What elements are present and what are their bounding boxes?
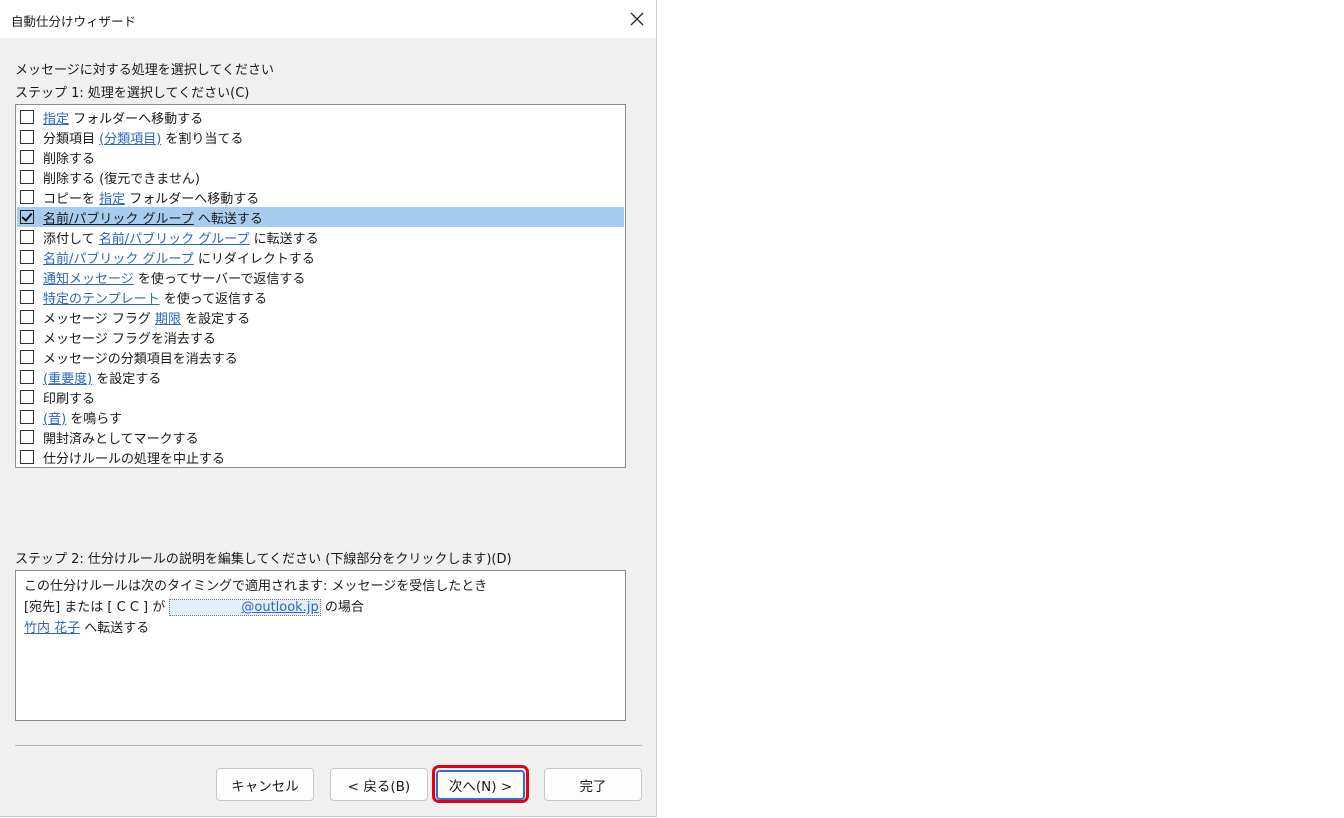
checkbox[interactable]	[20, 130, 34, 144]
button-separator	[15, 745, 642, 746]
checkbox[interactable]	[20, 390, 34, 404]
action-parameter-link[interactable]: 指定	[43, 108, 69, 127]
action-item[interactable]: メッセージ フラグを消去する	[17, 327, 624, 347]
window-title: 自動仕分けウィザード	[11, 14, 137, 29]
action-text: 開封済みとしてマークする	[43, 431, 199, 447]
back-button[interactable]: < 戻る(B)	[330, 768, 428, 801]
forward-recipient-link[interactable]: 竹内 花子	[24, 621, 80, 636]
action-item[interactable]: 通知メッセージ を使ってサーバーで返信する	[17, 267, 624, 287]
next-button[interactable]: 次へ(N) >	[436, 770, 525, 800]
action-item[interactable]: 名前/パブリック グループ にリダイレクトする	[17, 247, 624, 267]
checkbox[interactable]	[20, 330, 34, 344]
finish-button[interactable]: 完了	[544, 768, 642, 801]
action-item[interactable]: 分類項目 (分類項目) を割り当てる	[17, 127, 624, 147]
action-parameter-link[interactable]: 指定	[99, 188, 125, 207]
action-item[interactable]: 削除する (復元できません)	[17, 167, 624, 187]
rules-wizard-dialog: 自動仕分けウィザード メッセージに対する処理を選択してください ステップ 1: …	[0, 0, 657, 817]
action-item[interactable]: 開封済みとしてマークする	[17, 427, 624, 447]
action-text: を設定する	[92, 371, 162, 387]
action-item[interactable]: 名前/パブリック グループ へ転送する	[17, 207, 624, 227]
actions-list[interactable]: 指定 フォルダーへ移動する 分類項目 (分類項目) を割り当てる 削除する 削除する …	[15, 104, 626, 468]
step1-label: ステップ 1: 処理を選択してください(C)	[15, 86, 250, 101]
action-text: 印刷する	[43, 391, 96, 407]
action-item[interactable]: 仕分けルールの処理を中止する	[17, 447, 624, 467]
action-parameter-link[interactable]: (重要度)	[43, 368, 92, 387]
close-icon	[630, 12, 644, 26]
action-text: を使ってサーバーで返信する	[133, 271, 306, 287]
action-text: を割り当てる	[161, 131, 244, 147]
action-text: メッセージ フラグ	[43, 311, 156, 327]
action-text: フォルダーへ移動する	[69, 111, 204, 127]
checkbox[interactable]	[20, 410, 34, 424]
description-line-trigger: この仕分けルールは次のタイミングで適用されます: メッセージを受信したとき	[24, 579, 488, 594]
action-item[interactable]: (重要度) を設定する	[17, 367, 624, 387]
action-parameter-link[interactable]: 通知メッセージ	[43, 268, 134, 287]
checkbox[interactable]	[20, 110, 34, 124]
title-bar: 自動仕分けウィザード	[0, 0, 656, 38]
condition-suffix: の場合	[320, 600, 364, 615]
action-item[interactable]: コピーを 指定 フォルダーへ移動する	[17, 187, 624, 207]
action-item[interactable]: 特定のテンプレート を使って返信する	[17, 287, 624, 307]
checkbox[interactable]	[20, 150, 34, 164]
action-parameter-link[interactable]: 名前/パブリック グループ	[43, 208, 194, 227]
action-item[interactable]: 削除する	[17, 147, 624, 167]
checkbox[interactable]	[20, 230, 34, 244]
action-item[interactable]: 添付して 名前/パブリック グループ に転送する	[17, 227, 624, 247]
condition-prefix: [宛先] または [ C C ] が	[24, 600, 170, 615]
action-parameter-link[interactable]: 名前/パブリック グループ	[43, 248, 194, 267]
recipient-address-link[interactable]: @outlook.jp	[169, 599, 321, 616]
checkbox[interactable]	[20, 270, 34, 284]
description-line-condition: [宛先] または [ C C ] が @outlook.jp の場合	[24, 596, 364, 616]
checkbox[interactable]	[20, 190, 34, 204]
action-text: フォルダーへ移動する	[125, 191, 260, 207]
action-item[interactable]: 指定 フォルダーへ移動する	[17, 107, 624, 127]
action-item[interactable]: メッセージ フラグ 期限 を設定する	[17, 307, 624, 327]
action-parameter-link[interactable]: (音)	[43, 408, 66, 427]
intro-label: メッセージに対する処理を選択してください	[15, 63, 274, 78]
action-suffix: へ転送する	[80, 621, 150, 636]
action-parameter-link[interactable]: 期限	[155, 308, 181, 327]
checkbox[interactable]	[20, 290, 34, 304]
step2-label: ステップ 2: 仕分けルールの説明を編集してください (下線部分をクリックします…	[15, 552, 512, 567]
action-text: 削除する (復元できません)	[43, 171, 200, 187]
action-text: へ転送する	[193, 211, 263, 227]
checkbox[interactable]	[20, 350, 34, 364]
action-text: メッセージ フラグを消去する	[43, 331, 216, 347]
description-line-action: 竹内 花子 へ転送する	[24, 617, 149, 636]
action-item[interactable]: (音) を鳴らす	[17, 407, 624, 427]
action-parameter-link[interactable]: 特定のテンプレート	[43, 288, 160, 307]
cancel-button[interactable]: キャンセル	[216, 768, 314, 801]
checkbox[interactable]	[20, 250, 34, 264]
action-text: を設定する	[181, 311, 251, 327]
checkbox[interactable]	[20, 450, 34, 464]
action-text: 添付して	[43, 231, 99, 247]
action-text: コピーを	[43, 191, 100, 207]
action-text: にリダイレクトする	[193, 251, 315, 267]
action-text: メッセージの分類項目を消去する	[43, 351, 238, 367]
action-parameter-link[interactable]: 名前/パブリック グループ	[99, 228, 250, 247]
action-text: 分類項目	[43, 131, 100, 147]
action-item[interactable]: 印刷する	[17, 387, 624, 407]
action-text: 仕分けルールの処理を中止する	[43, 451, 226, 467]
action-parameter-link[interactable]: (分類項目)	[99, 128, 161, 147]
checkbox-checked[interactable]	[20, 210, 34, 224]
checkbox[interactable]	[20, 310, 34, 324]
action-text: を鳴らす	[66, 411, 123, 427]
checkbox[interactable]	[20, 170, 34, 184]
action-item[interactable]: メッセージの分類項目を消去する	[17, 347, 624, 367]
close-button[interactable]	[618, 0, 656, 38]
checkbox[interactable]	[20, 430, 34, 444]
rule-description-box: この仕分けルールは次のタイミングで適用されます: メッセージを受信したとき [宛…	[15, 570, 626, 721]
action-text: に転送する	[249, 231, 319, 247]
action-text: を使って返信する	[159, 291, 268, 307]
action-text: 削除する	[43, 151, 96, 167]
checkbox[interactable]	[20, 370, 34, 384]
